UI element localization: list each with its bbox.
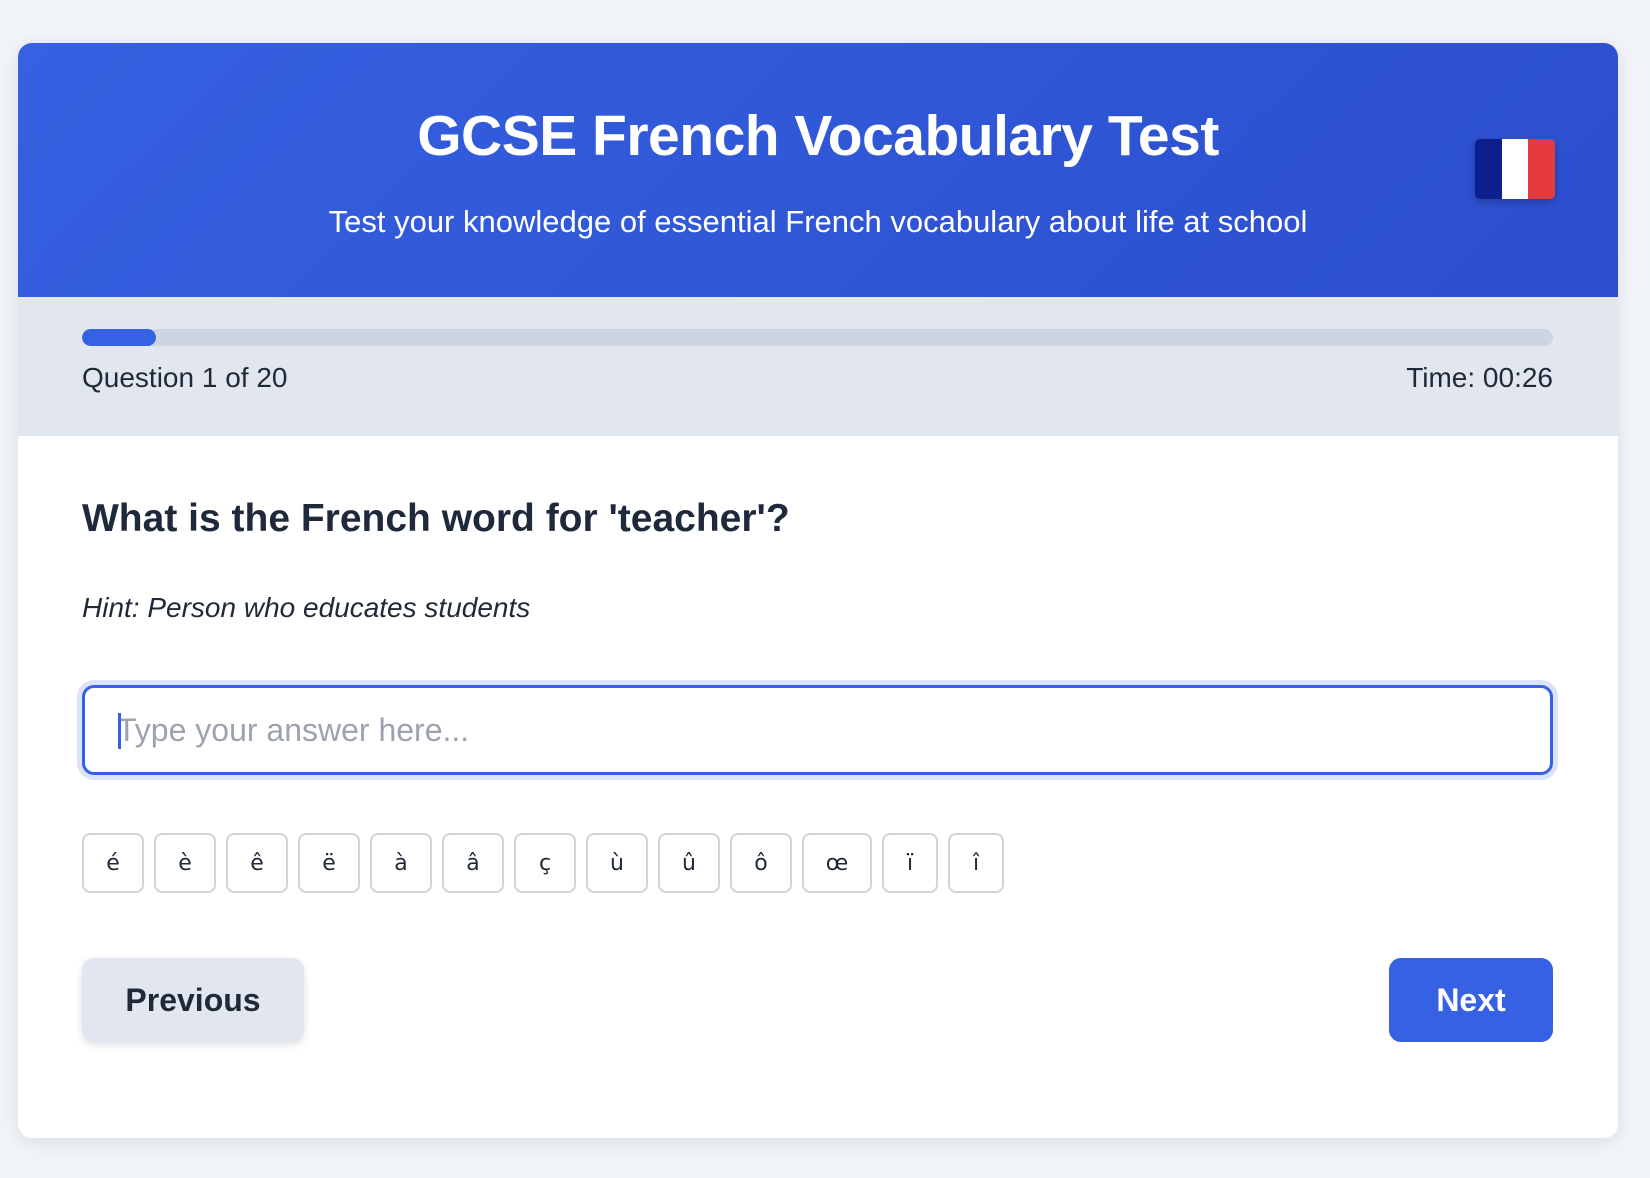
quiz-card: GCSE French Vocabulary Test Test your kn… bbox=[18, 43, 1618, 1138]
progress-bar-fill bbox=[82, 329, 156, 346]
answer-field[interactable] bbox=[82, 685, 1553, 775]
question-hint: Hint: Person who educates students bbox=[82, 592, 531, 623]
france-flag-icon bbox=[1475, 139, 1555, 199]
text-caret bbox=[118, 713, 121, 749]
accent-button-a-grave[interactable]: à bbox=[370, 833, 432, 893]
page-title: GCSE French Vocabulary Test bbox=[417, 104, 1219, 168]
flag-stripe-red bbox=[1528, 139, 1555, 199]
page-subtitle: Test your knowledge of essential French … bbox=[328, 204, 1308, 239]
progress-section: Question 1 of 20 Time: 00:26 bbox=[18, 297, 1618, 436]
accent-button-u-circumflex[interactable]: û bbox=[658, 833, 720, 893]
question-text: What is the French word for 'teacher'? bbox=[82, 497, 790, 540]
answer-input[interactable] bbox=[85, 688, 1550, 772]
next-button[interactable]: Next bbox=[1389, 958, 1553, 1042]
previous-button[interactable]: Previous bbox=[82, 958, 304, 1042]
accent-button-o-circumflex[interactable]: ô bbox=[730, 833, 792, 893]
flag-stripe-white bbox=[1501, 139, 1529, 199]
accent-button-oe-ligature[interactable]: œ bbox=[802, 833, 872, 893]
accent-button-a-circumflex[interactable]: â bbox=[442, 833, 504, 893]
accent-button-e-acute[interactable]: é bbox=[82, 833, 144, 893]
quiz-header: GCSE French Vocabulary Test Test your kn… bbox=[18, 43, 1618, 297]
accent-button-e-diaeresis[interactable]: ë bbox=[298, 833, 360, 893]
accent-button-u-grave[interactable]: ù bbox=[586, 833, 648, 893]
flag-stripe-blue bbox=[1475, 139, 1502, 199]
accent-button-i-circumflex[interactable]: î bbox=[948, 833, 1004, 893]
accent-button-c-cedilla[interactable]: ç bbox=[514, 833, 576, 893]
timer: Time: 00:26 bbox=[1406, 362, 1553, 393]
question-counter: Question 1 of 20 bbox=[82, 362, 288, 393]
accent-button-i-diaeresis[interactable]: ï bbox=[882, 833, 938, 893]
progress-bar bbox=[82, 329, 1553, 346]
accent-button-e-grave[interactable]: è bbox=[154, 833, 216, 893]
accent-button-e-circumflex[interactable]: ê bbox=[226, 833, 288, 893]
